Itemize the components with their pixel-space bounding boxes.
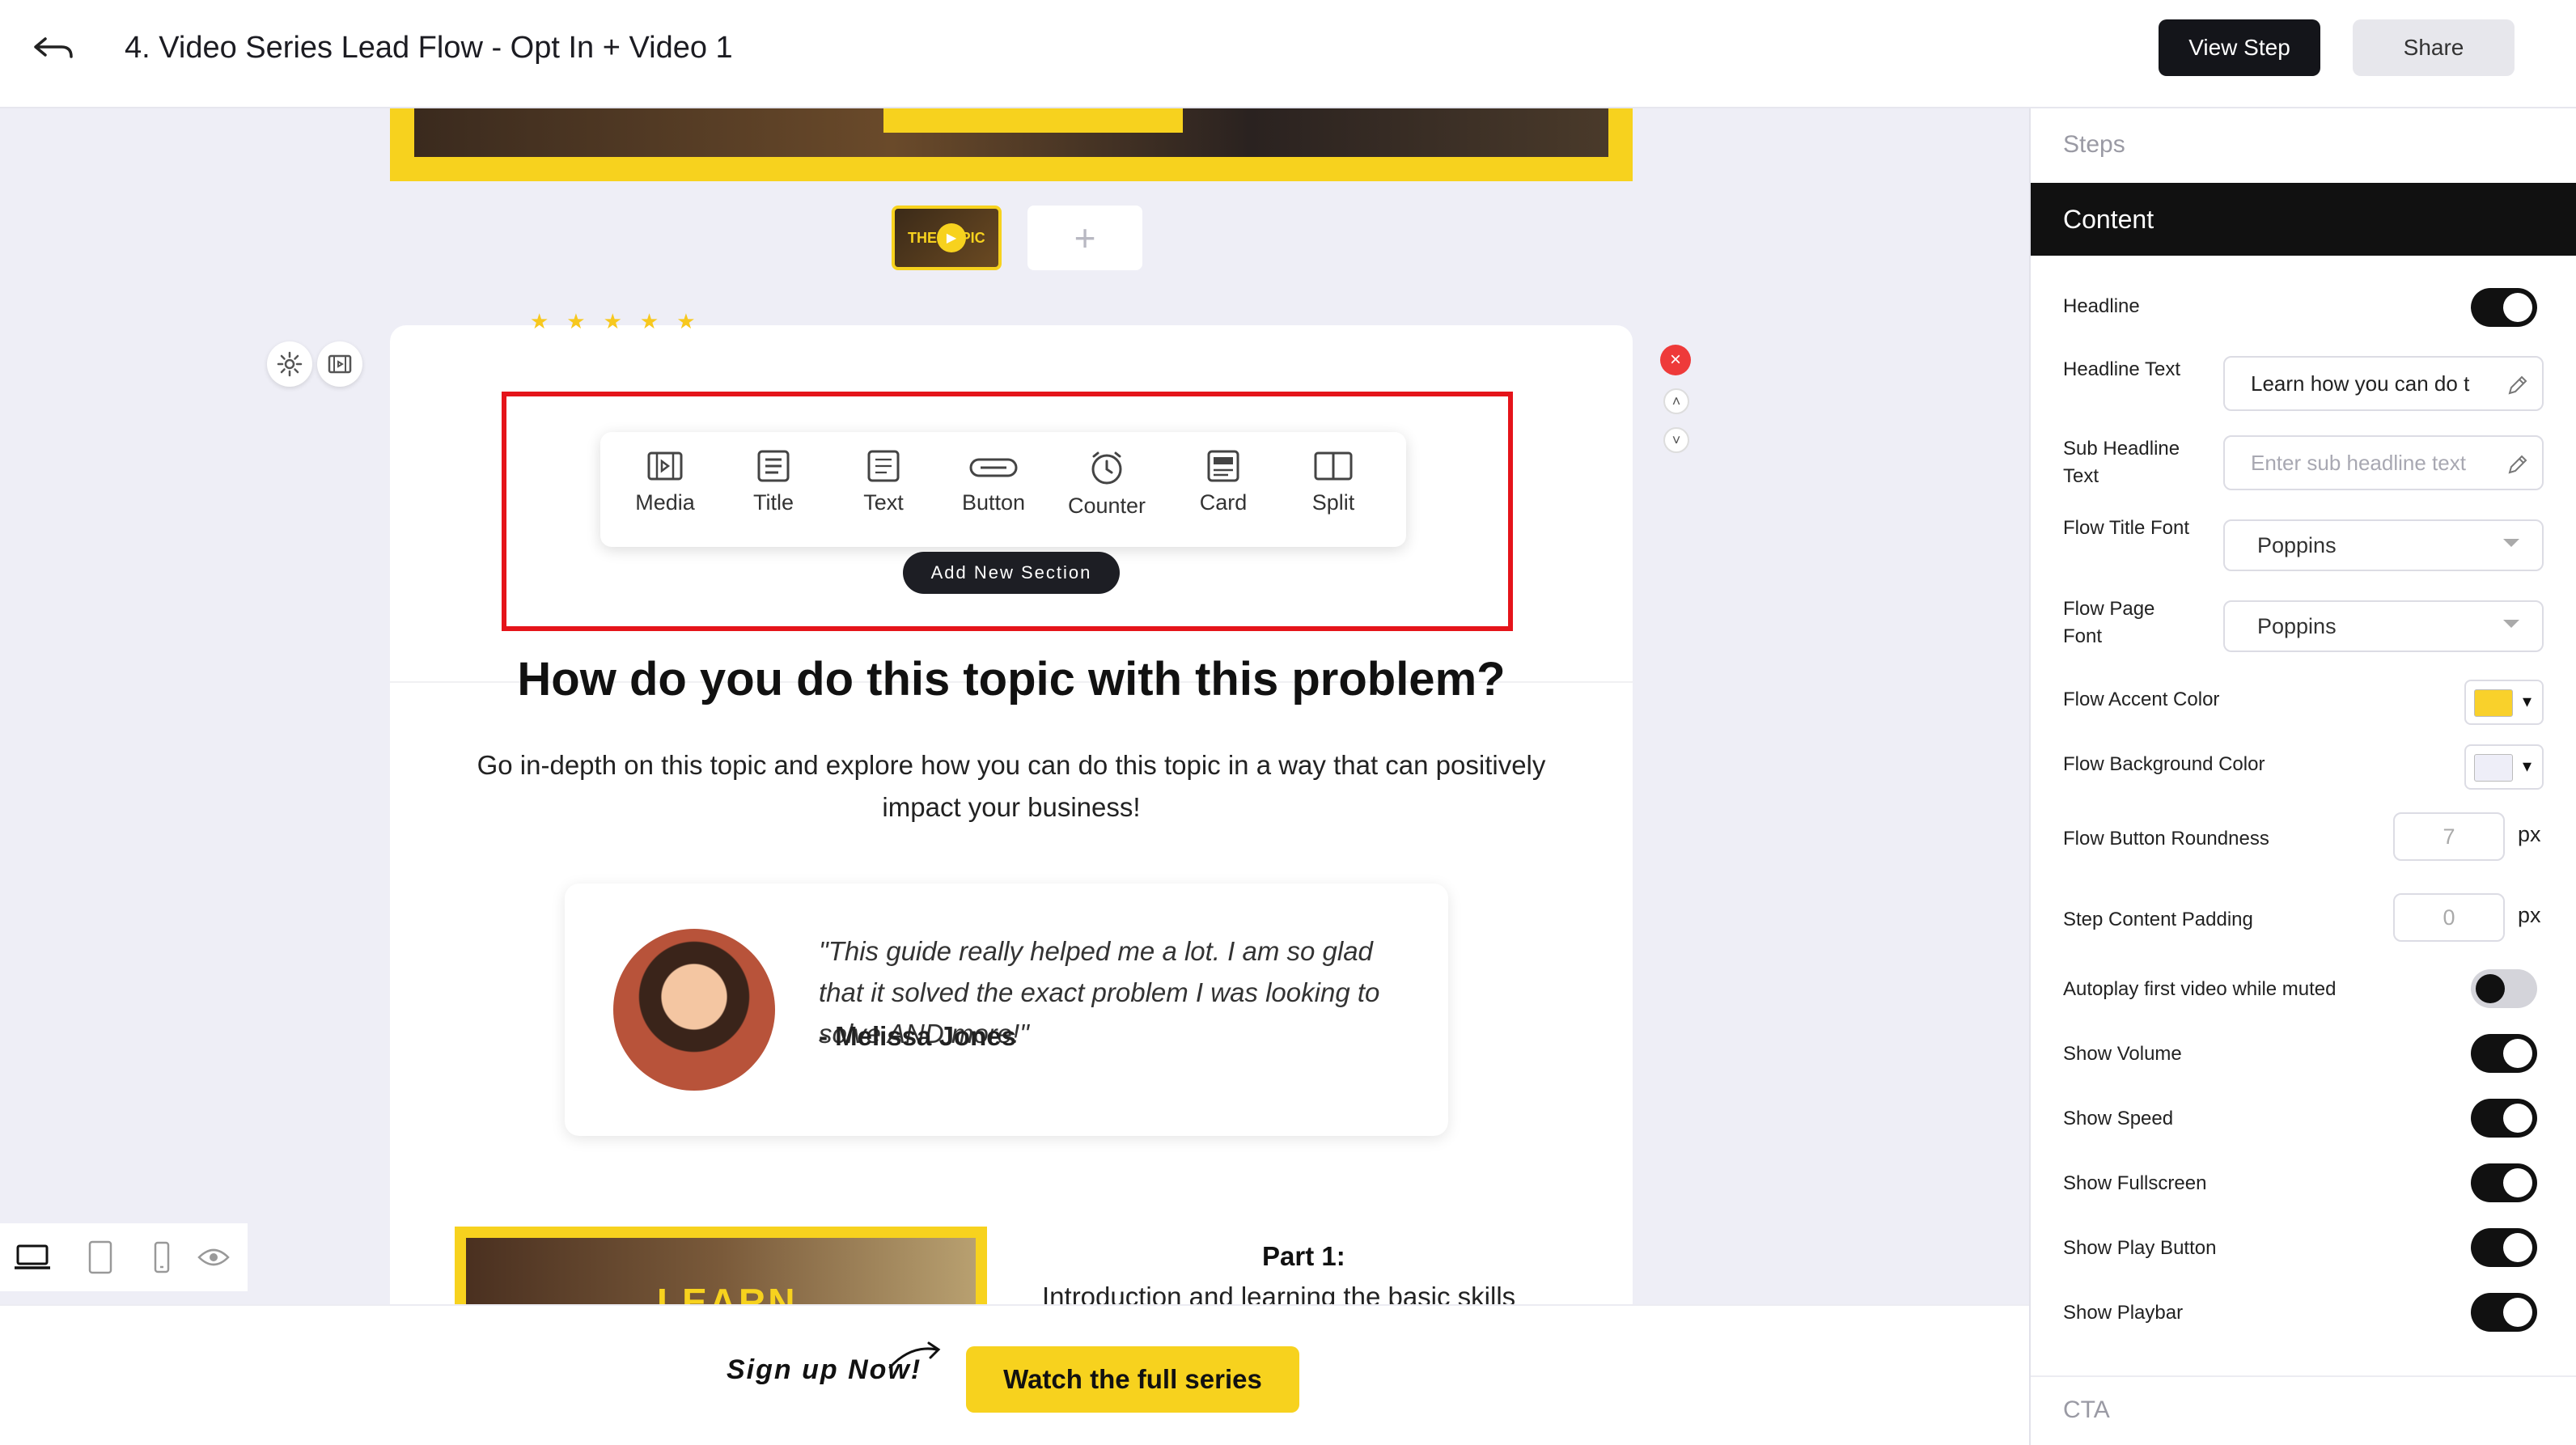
flow-background-color-label: Flow Background Color xyxy=(2063,753,2265,775)
mobile-icon[interactable] xyxy=(142,1238,181,1277)
top-video-label xyxy=(883,108,1183,133)
flow-button-roundness-label: Flow Button Roundness xyxy=(2063,828,2269,850)
show-speed-toggle[interactable] xyxy=(2471,1099,2537,1138)
headline-text-input[interactable]: Learn how you can do t xyxy=(2223,356,2544,411)
roundness-unit: px xyxy=(2518,822,2541,846)
settings-panel: Steps Content Headline Headline Text Lea… xyxy=(2029,108,2576,1445)
toggle-knob xyxy=(2503,1039,2532,1068)
flow-title-font-select[interactable]: Poppins xyxy=(2223,519,2544,571)
delete-section-close-icon[interactable]: × xyxy=(1660,345,1691,375)
testimonial-card[interactable]: "This guide really helped me a lot. I am… xyxy=(565,884,1448,1136)
steps-section-header[interactable]: Steps xyxy=(2063,131,2125,159)
headline-text-label: Headline Text xyxy=(2063,358,2180,380)
watch-full-series-button[interactable]: Watch the full series xyxy=(966,1346,1299,1413)
padding-input[interactable]: 0 xyxy=(2393,893,2505,942)
flow-page-font-label: Flow Page Font xyxy=(2063,598,2155,647)
film-icon[interactable] xyxy=(317,341,362,387)
highlight-box xyxy=(502,392,1513,631)
caret-down-icon: ▾ xyxy=(2523,756,2532,776)
background-color-picker[interactable]: ▾ xyxy=(2464,744,2544,790)
show-play-button-label: Show Play Button xyxy=(2063,1237,2217,1259)
play-icon: ▶ xyxy=(937,223,966,252)
flow-page-font-select[interactable]: Poppins xyxy=(2223,600,2544,652)
editor-canvas: THE TOPIC ▶ + ★★★★★ Media Title Text xyxy=(0,108,2029,1445)
sub-headline-text-input[interactable]: Enter sub headline text xyxy=(2223,435,2544,490)
rating-stars: ★★★★★ xyxy=(530,309,714,333)
autoplay-label: Autoplay first video while muted xyxy=(2063,978,2337,1000)
show-playbar-toggle[interactable] xyxy=(2471,1293,2537,1332)
caret-down-icon: ▾ xyxy=(2523,691,2532,711)
preview-eye-icon[interactable] xyxy=(194,1238,233,1277)
top-video-frame[interactable] xyxy=(390,108,1633,181)
flow-page-font-value: Poppins xyxy=(2257,613,2337,638)
top-bar: 4. Video Series Lead Flow - Opt In + Vid… xyxy=(0,0,2576,108)
share-button[interactable]: Share xyxy=(2353,19,2515,76)
chevron-down-icon xyxy=(2503,539,2519,547)
roundness-input[interactable]: 7 xyxy=(2393,812,2505,861)
toggle-knob xyxy=(2503,293,2532,322)
part-title: Part 1: xyxy=(1262,1241,1345,1271)
flow-accent-color-label: Flow Accent Color xyxy=(2063,689,2220,710)
avatar xyxy=(613,929,775,1091)
accent-color-swatch xyxy=(2474,689,2513,717)
device-preview-bar xyxy=(0,1223,248,1291)
step-content-padding-label: Step Content Padding xyxy=(2063,909,2253,930)
show-fullscreen-toggle[interactable] xyxy=(2471,1163,2537,1202)
move-up-chevron-icon[interactable]: ˄ xyxy=(1663,388,1689,414)
toggle-knob xyxy=(2503,1298,2532,1327)
toggle-knob xyxy=(2503,1233,2532,1262)
move-down-chevron-icon[interactable]: ˅ xyxy=(1663,427,1689,453)
flow-title-font-label: Flow Title Font xyxy=(2063,517,2190,539)
show-fullscreen-label: Show Fullscreen xyxy=(2063,1172,2207,1194)
pencil-icon xyxy=(2508,375,2527,395)
headline-label: Headline xyxy=(2063,295,2140,317)
add-video-button[interactable]: + xyxy=(1027,206,1142,270)
headline-toggle[interactable] xyxy=(2471,288,2537,327)
toggle-knob xyxy=(2503,1104,2532,1133)
bottom-cta-bar: Sign up Now! Watch the full series xyxy=(0,1304,2029,1445)
show-speed-label: Show Speed xyxy=(2063,1108,2174,1129)
pencil-icon xyxy=(2508,455,2527,474)
sub-headline-placeholder: Enter sub headline text xyxy=(2251,450,2466,475)
panel-divider xyxy=(2031,1375,2576,1377)
content-section-header[interactable]: Content xyxy=(2031,183,2576,256)
headline-text-value: Learn how you can do t xyxy=(2251,371,2470,396)
testimonial-author: - Melissa Jones xyxy=(819,1021,1016,1051)
step-headline[interactable]: How do you do this topic with this probl… xyxy=(390,652,1633,706)
background-color-swatch xyxy=(2474,754,2513,782)
chevron-down-icon xyxy=(2503,620,2519,628)
flow-title-font-value: Poppins xyxy=(2257,532,2337,557)
accent-color-picker[interactable]: ▾ xyxy=(2464,680,2544,725)
padding-unit: px xyxy=(2518,903,2541,927)
show-play-button-toggle[interactable] xyxy=(2471,1228,2537,1267)
tablet-icon[interactable] xyxy=(81,1238,120,1277)
curved-arrow-icon xyxy=(887,1340,945,1376)
step-subheadline[interactable]: Go in-depth on this topic and explore ho… xyxy=(471,744,1552,828)
back-arrow-icon[interactable] xyxy=(32,32,74,68)
sub-headline-text-label: Sub Headline Text xyxy=(2063,438,2180,487)
gear-icon[interactable] xyxy=(267,341,312,387)
show-volume-toggle[interactable] xyxy=(2471,1034,2537,1073)
toggle-knob xyxy=(2503,1168,2532,1197)
top-video-image xyxy=(414,108,1608,157)
cta-section-header[interactable]: CTA xyxy=(2063,1396,2110,1424)
toggle-knob xyxy=(2476,974,2505,1003)
show-volume-label: Show Volume xyxy=(2063,1043,2182,1065)
video-thumbnail[interactable]: THE TOPIC ▶ xyxy=(892,206,1002,270)
view-step-button[interactable]: View Step xyxy=(2159,19,2320,76)
autoplay-toggle[interactable] xyxy=(2471,969,2537,1008)
desktop-icon[interactable] xyxy=(13,1238,52,1277)
page-title: 4. Video Series Lead Flow - Opt In + Vid… xyxy=(125,31,733,65)
show-playbar-label: Show Playbar xyxy=(2063,1302,2184,1324)
